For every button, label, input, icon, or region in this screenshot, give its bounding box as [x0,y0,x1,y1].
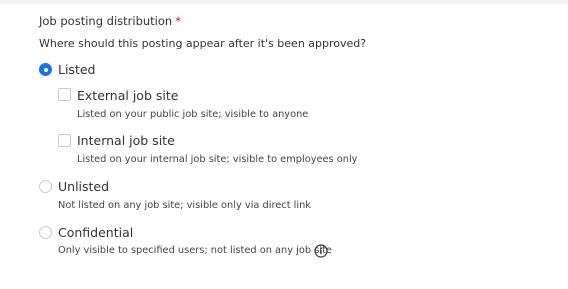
radio-confidential-label[interactable]: Confidential [58,225,133,240]
checkbox-external-job-site-label[interactable]: External job site [77,88,178,103]
top-divider-band [0,0,568,4]
radio-unlisted[interactable] [39,180,52,193]
field-label: Job posting distribution * [39,14,181,28]
unlisted-description: Not listed on any job site; visible only… [58,200,311,211]
radio-listed-label[interactable]: Listed [58,62,95,77]
required-asterisk: * [175,14,181,28]
checkbox-external-job-site[interactable] [58,88,71,101]
checkbox-internal-job-site-label[interactable]: Internal job site [77,133,175,148]
field-question: Where should this posting appear after i… [39,37,367,50]
radio-confidential[interactable] [39,226,52,239]
info-circle-icon[interactable] [314,244,328,258]
external-job-site-description: Listed on your public job site; visible … [77,109,309,120]
field-label-text: Job posting distribution [39,14,173,28]
confidential-description: Only visible to specified users; not lis… [58,245,332,256]
checkbox-internal-job-site[interactable] [58,134,71,147]
internal-job-site-description: Listed on your internal job site; visibl… [77,154,358,165]
radio-unlisted-label[interactable]: Unlisted [58,179,109,194]
radio-listed[interactable] [39,63,52,76]
